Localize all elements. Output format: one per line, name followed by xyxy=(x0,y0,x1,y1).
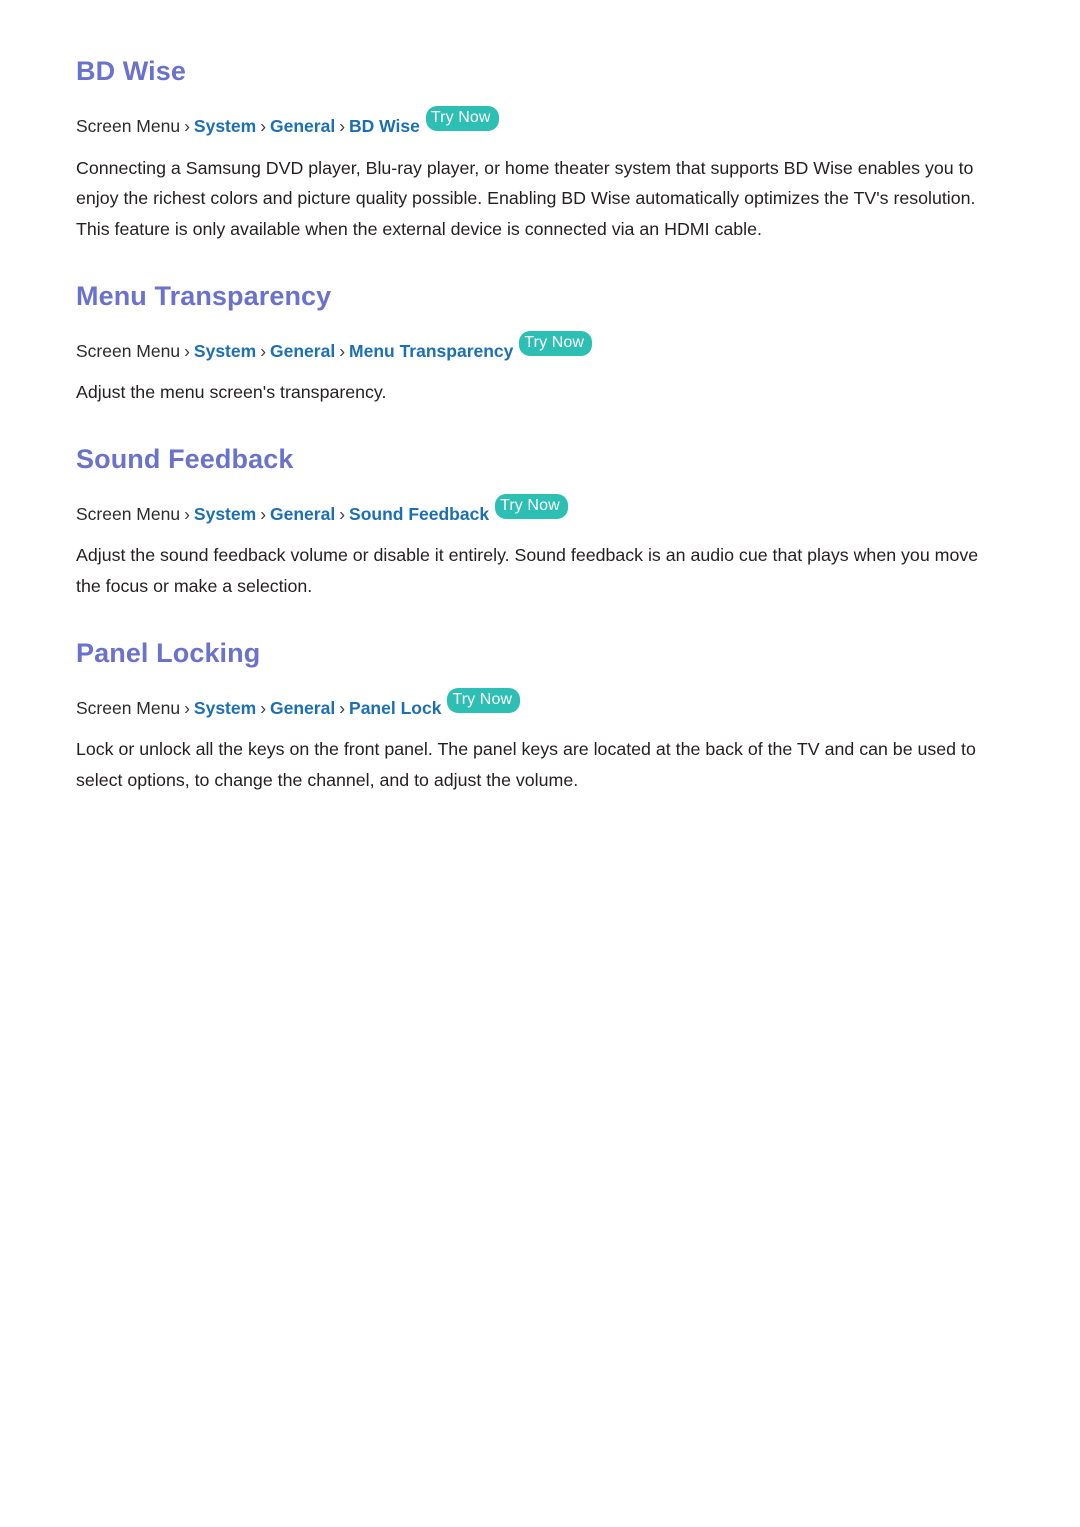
breadcrumb-separator-icon: › xyxy=(260,116,267,137)
breadcrumb-separator-icon: › xyxy=(260,340,267,361)
breadcrumb-root: Screen Menu xyxy=(76,503,181,524)
breadcrumb-separator-icon: › xyxy=(184,116,190,137)
page-title: Menu Transparency xyxy=(76,280,332,311)
section-body-text: Lock or unlock all the keys on the front… xyxy=(76,739,976,790)
breadcrumb: Screen Menu › System › General › BD Wise Try No… xyxy=(76,106,1004,139)
breadcrumb: Screen Menu › System › General › Menu Transpar… xyxy=(76,330,1004,364)
breadcrumb-link-general[interactable]: General xyxy=(270,341,335,361)
breadcrumb-separator-icon: › xyxy=(184,697,190,718)
breadcrumb-separator-icon: › xyxy=(339,340,346,361)
breadcrumb-link-general[interactable]: General xyxy=(270,698,335,718)
section-body-text: Adjust the sound feedback volume or disa… xyxy=(76,545,979,597)
try-now-badge[interactable]: Try Now xyxy=(495,493,568,519)
page-title: BD Wise xyxy=(76,56,186,86)
breadcrumb-link-system[interactable]: System xyxy=(194,698,256,718)
breadcrumb-link-general[interactable]: General xyxy=(270,116,335,136)
breadcrumb-root: Screen Menu xyxy=(76,116,181,137)
section-panel-locking: Panel Locking Screen Menu › System › General… xyxy=(76,638,1004,796)
page-title: Panel Locking xyxy=(76,637,261,668)
breadcrumb-link-leaf[interactable]: Sound Feedback xyxy=(349,504,489,524)
breadcrumb-separator-icon: › xyxy=(260,697,267,718)
try-now-badge[interactable]: Try Now xyxy=(519,330,593,356)
section-body-text: Connecting a Samsung DVD player, Blu-ray… xyxy=(76,157,976,239)
breadcrumb-link-system[interactable]: System xyxy=(194,504,256,524)
breadcrumb-link-leaf[interactable]: Menu Transparency xyxy=(349,341,513,361)
breadcrumb-separator-icon: › xyxy=(260,503,267,524)
breadcrumb: Screen Menu › System › General › Sound Feedbac… xyxy=(76,493,1004,527)
try-now-badge[interactable]: Try Now xyxy=(425,106,499,132)
breadcrumb-link-leaf[interactable]: Panel Lock xyxy=(349,698,441,718)
breadcrumb-separator-icon: › xyxy=(339,503,346,524)
section-body-text: Adjust the menu screen's transparency. xyxy=(76,382,387,403)
page-title: Sound Feedback xyxy=(76,443,294,474)
try-now-badge[interactable]: Try Now xyxy=(447,687,521,713)
breadcrumb-separator-icon: › xyxy=(339,697,346,718)
breadcrumb: Screen Menu › System › General › Panel Lock Try… xyxy=(76,687,1004,721)
breadcrumb-link-general[interactable]: General xyxy=(270,504,335,524)
breadcrumb-link-system[interactable]: System xyxy=(194,116,256,136)
breadcrumb-root: Screen Menu xyxy=(76,697,181,718)
section-menu-transparency: Menu Transparency Screen Menu › System › Gen… xyxy=(76,281,1004,408)
breadcrumb-link-system[interactable]: System xyxy=(194,341,256,361)
breadcrumb-separator-icon: › xyxy=(184,503,190,524)
breadcrumb-separator-icon: › xyxy=(184,340,190,361)
section-bd-wise: BD Wise Screen Menu › System › General › BD Wi… xyxy=(76,56,1004,245)
breadcrumb-root: Screen Menu xyxy=(76,340,181,361)
section-sound-feedback: Sound Feedback Screen Menu › System › Genera… xyxy=(76,444,1004,602)
document-page: BD Wise Screen Menu › System › General › BD Wi… xyxy=(0,0,1080,1527)
breadcrumb-separator-icon: › xyxy=(339,116,346,137)
breadcrumb-link-leaf[interactable]: BD Wise xyxy=(349,116,420,136)
